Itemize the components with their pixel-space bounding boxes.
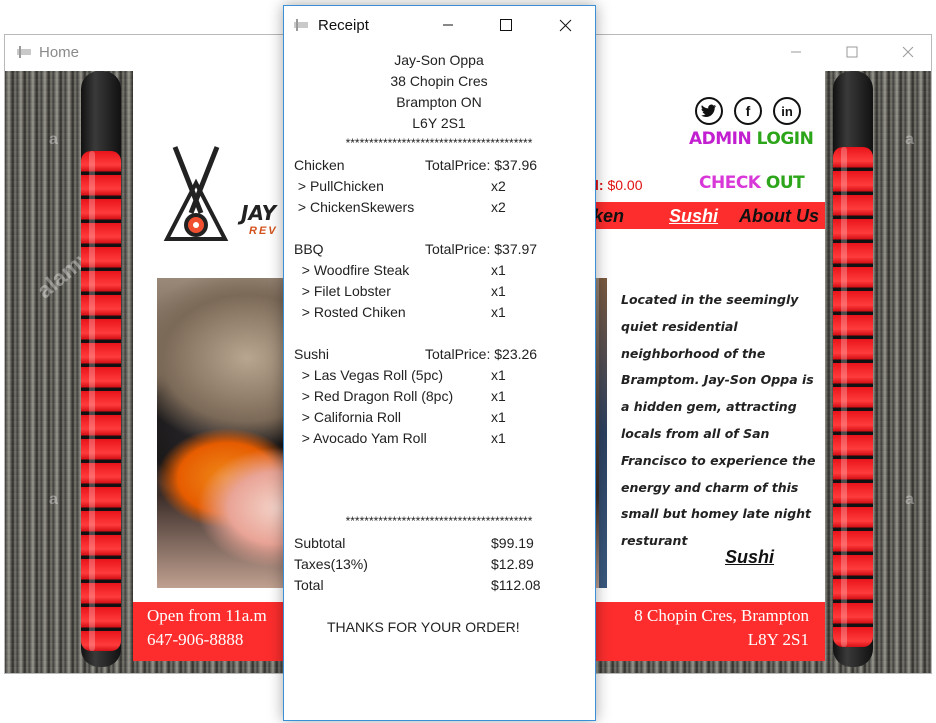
check-out-part2: OUT [765,173,805,193]
cart-total-label: l: [595,177,604,193]
receipt-item-name: > Avocado Yam Roll [294,430,427,446]
total-value: $112.08 [491,577,541,593]
facebook-icon[interactable]: f [734,97,762,125]
close-icon [559,19,571,31]
twitter-icon[interactable] [695,97,723,125]
admin-login-button[interactable]: ADMIN LOGIN [689,129,814,149]
section-name: Sushi [294,346,330,362]
receipt-item-name: > Woodfire Steak [294,262,410,278]
footer-phone: 647-906-8888 [147,630,244,649]
restaurant-logo-icon [163,146,229,241]
check-out-button[interactable]: CHECK OUT [699,173,805,193]
watermark-mark: a [905,491,914,508]
minimize-icon [443,24,453,26]
maximize-icon [846,46,858,58]
receipt-item-qty: x1 [491,262,506,278]
receipt-item-qty: x1 [491,388,506,404]
nav-about-us[interactable]: About Us [739,206,819,227]
taxes-label: Taxes(13%) [294,556,368,572]
minimize-icon [791,51,801,53]
right-chopstick [833,71,873,667]
receipt-item-name: > PullChicken [294,178,384,194]
receipt-item-name: > ChickenSkewers [294,199,415,215]
receipt-item-name: > Rosted Chiken [294,304,406,320]
minimize-button[interactable] [773,35,819,69]
total-label: Total [294,577,324,593]
receipt-item-qty: x1 [491,409,506,425]
taxes-value: $12.89 [491,556,534,572]
footer-hours: Open from 11a.m [147,606,267,625]
receipt-separator: **************************************** [345,514,533,528]
section-name: BBQ [294,241,324,257]
sushi-link[interactable]: Sushi [725,547,774,568]
admin-login-part2: LOGIN [756,129,814,149]
watermark-mark: a [49,131,58,148]
linkedin-icon[interactable]: in [773,97,801,125]
receipt-minimize-button[interactable] [425,8,471,42]
receipt-window: Receipt Jay-Son Oppa 38 Chopin Cres Bram… [283,5,596,721]
watermark-mark: a [49,491,58,508]
receipt-title-bar[interactable]: Receipt [284,6,595,44]
footer-postal: L8Y 2S1 [747,630,809,649]
receipt-item-qty: x1 [491,367,506,383]
receipt-item-name: > California Roll [294,409,401,425]
receipt-item-qty: x2 [491,199,506,215]
app-icon [17,46,31,58]
close-button[interactable] [885,35,931,69]
receipt-header-line: 38 Chopin Cres [390,73,488,89]
app-icon [294,19,308,31]
receipt-item-name: > Filet Lobster [294,283,391,299]
receipt-header-line: L6Y 2S1 [412,115,466,131]
receipt-header-line: Brampton ON [396,94,482,110]
cart-total-value: $0.00 [607,177,643,193]
check-out-part1: CHECK [699,173,761,193]
subtotal-label: Subtotal [294,535,346,551]
brand-subtitle: REV [249,225,278,237]
side-image [599,278,607,588]
section-name: Chicken [294,157,345,173]
maximize-button[interactable] [829,35,875,69]
brand-name: JAY [241,201,277,225]
receipt-separator: **************************************** [345,136,533,150]
receipt-maximize-button[interactable] [483,8,529,42]
receipt-item-qty: x1 [491,304,506,320]
receipt-window-title: Receipt [318,17,369,34]
receipt-close-button[interactable] [542,8,588,42]
left-chopstick [81,71,121,667]
footer-address: 8 Chopin Cres, Brampton [634,606,809,625]
receipt-item-name: > Red Dragon Roll (8pc) [294,388,454,404]
admin-login-part1: ADMIN [689,129,752,149]
receipt-item-qty: x1 [491,283,506,299]
section-total: TotalPrice: $23.26 [425,346,538,362]
receipt-item-name: > Las Vegas Roll (5pc) [294,367,444,383]
watermark-mark: a [905,131,914,148]
nav-sushi[interactable]: Sushi [669,206,718,227]
close-icon [902,46,914,58]
receipt-header-line: Jay-Son Oppa [394,52,484,68]
receipt-item-qty: x1 [491,430,506,446]
cart-total: l: $0.00 [595,177,643,193]
subtotal-value: $99.19 [491,535,534,551]
home-window-title: Home [39,44,80,61]
receipt-item-qty: x2 [491,178,506,194]
thanks-message: THANKS FOR YOUR ORDER! [327,619,520,635]
maximize-icon [500,19,512,31]
about-text: Located in the seemingly quiet residenti… [621,292,816,549]
section-total: TotalPrice: $37.97 [425,241,538,257]
nav-bar: cken Sushi About Us [573,202,825,229]
section-total: TotalPrice: $37.96 [425,157,538,173]
